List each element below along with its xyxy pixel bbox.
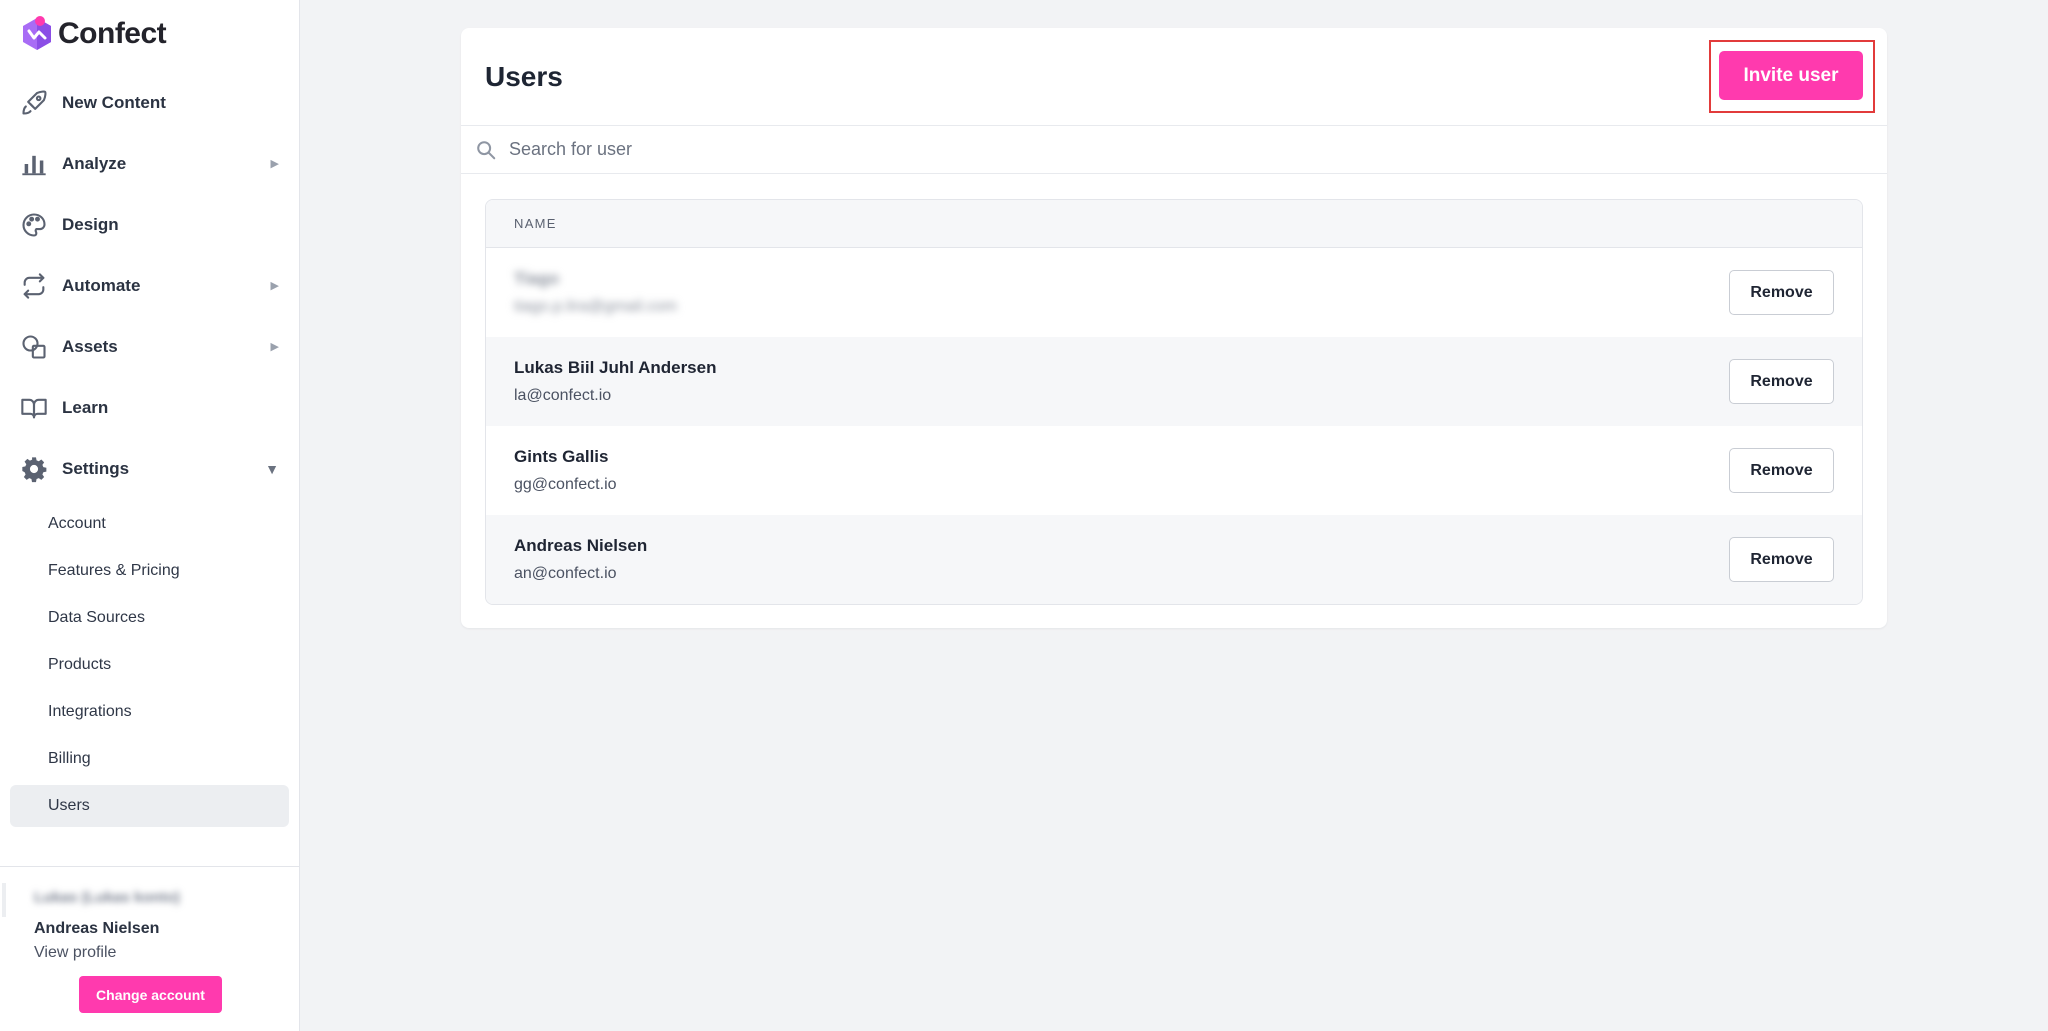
table-row: Tiago tiago.p.lira@gmail.com Remove [486,248,1862,337]
rocket-icon [22,90,47,115]
search-icon [477,140,496,159]
users-table: NAME Tiago tiago.p.lira@gmail.com Remove… [485,199,1863,605]
remove-user-button[interactable]: Remove [1729,448,1834,493]
table-row: Andreas Nielsen an@confect.io Remove [486,515,1862,604]
invite-user-button[interactable]: Invite user [1719,51,1863,100]
chevron-right-icon: ▶ [270,158,279,170]
confect-logo-icon [23,16,51,50]
chevron-down-icon: ▼ [265,460,279,477]
view-profile-link[interactable]: View profile [34,944,116,962]
table-row: Lukas Biil Juhl Andersen la@confect.io R… [486,337,1862,426]
table-header: NAME [486,200,1862,248]
brand-name: Confect [58,17,167,50]
sidebar-item-data-sources[interactable]: Data Sources [10,597,289,639]
user-name: Lukas Biil Juhl Andersen [514,358,717,377]
nav-label: Assets [62,336,118,356]
account-footer: Lukas (Lukas konto) Andreas Nielsen View… [0,866,299,1031]
nav-item-new-content[interactable]: New Content [0,72,299,133]
footer-divider [2,883,6,917]
nav-item-learn[interactable]: Learn [0,377,299,438]
change-account-button[interactable]: Change account [79,976,222,1013]
user-cell: Lukas Biil Juhl Andersen la@confect.io [514,358,1729,405]
user-cell: Andreas Nielsen an@confect.io [514,536,1729,583]
highlight-box: Invite user [1709,40,1875,113]
user-email: gg@confect.io [514,476,617,493]
chevron-right-icon: ▶ [270,341,279,353]
sidebar-item-products[interactable]: Products [10,644,289,686]
logo[interactable]: Confect [0,0,299,68]
nav-label: Settings [62,458,130,478]
user-cell: Gints Gallis gg@confect.io [514,447,1729,494]
repeat-icon [23,272,45,299]
sidebar-item-integrations[interactable]: Integrations [10,691,289,733]
remove-user-button[interactable]: Remove [1729,537,1834,582]
card-header: Users Invite user [461,28,1887,126]
user-name: Andreas Nielsen [514,536,648,555]
settings-subnav: Account Features & Pricing Data Sources … [0,503,299,832]
gear-icon [22,456,47,482]
sidebar-item-users[interactable]: Users [10,785,289,827]
user-name: Tiago [514,269,560,288]
nav-item-settings[interactable]: Settings ▼ [0,438,299,499]
nav-label: Design [62,214,119,234]
table-row: Gints Gallis gg@confect.io Remove [486,426,1862,515]
user-cell: Tiago tiago.p.lira@gmail.com [514,269,1729,316]
column-header-name: NAME [514,216,557,231]
bar-chart-icon [22,155,46,175]
nav-label: Automate [62,275,141,295]
nav-item-assets[interactable]: Assets ▶ [0,316,299,377]
current-account-name: Lukas (Lukas konto) [34,889,180,906]
users-card: Users Invite user NAME Tiago tiago.p.lir… [461,28,1887,628]
nav-label: Analyze [62,153,127,173]
remove-user-button[interactable]: Remove [1729,270,1834,315]
current-user-name: Andreas Nielsen [34,920,160,937]
nav-label: New Content [62,92,166,112]
sidebar: Confect New Content Analyze ▶ Design Aut… [0,0,300,1031]
shapes-icon [22,334,46,359]
search-bar [461,126,1887,174]
app-window: Confect New Content Analyze ▶ Design Aut… [0,0,2048,1031]
nav-item-automate[interactable]: Automate ▶ [0,255,299,316]
page-title: Users [485,60,563,92]
main-nav: New Content Analyze ▶ Design Automate ▶ … [0,72,299,499]
book-icon [21,398,47,418]
palette-icon [22,212,46,237]
remove-user-button[interactable]: Remove [1729,359,1834,404]
nav-item-analyze[interactable]: Analyze ▶ [0,133,299,194]
user-email: tiago.p.lira@gmail.com [514,298,677,315]
search-input[interactable] [509,139,1809,160]
nav-item-design[interactable]: Design [0,194,299,255]
sidebar-item-features-pricing[interactable]: Features & Pricing [10,550,289,592]
chevron-right-icon: ▶ [270,280,279,292]
sidebar-item-account[interactable]: Account [10,503,289,545]
user-email: la@confect.io [514,387,612,404]
nav-label: Learn [62,397,109,417]
user-name: Gints Gallis [514,447,609,466]
sidebar-item-billing[interactable]: Billing [10,738,289,780]
user-email: an@confect.io [514,565,617,582]
